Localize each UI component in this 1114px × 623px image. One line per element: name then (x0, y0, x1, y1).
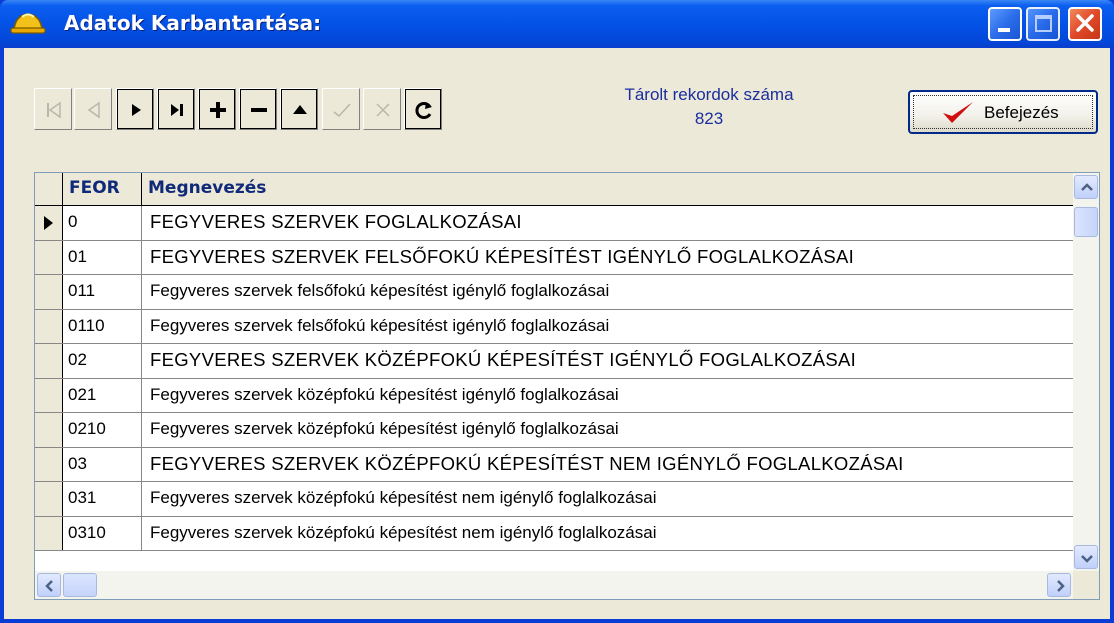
chevron-down-icon (1081, 555, 1093, 563)
last-record-button[interactable] (157, 88, 195, 130)
title-bar[interactable]: Adatok Karbantartása: (0, 0, 1114, 48)
scroll-down-button[interactable] (1074, 545, 1098, 569)
first-record-button[interactable] (34, 88, 72, 130)
cell-feor[interactable]: 03 (63, 447, 142, 481)
window-title: Adatok Karbantartása: (64, 11, 322, 35)
minus-icon (251, 108, 267, 112)
table-row[interactable]: 03 FEGYVERES SZERVEK KÖZÉPFOKÚ KÉPESÍTÉST… (35, 447, 1073, 482)
post-record-button[interactable] (322, 88, 360, 130)
last-icon (171, 104, 183, 116)
close-button[interactable] (1068, 7, 1102, 41)
record-count-label: Tárolt rekordok száma (624, 85, 794, 104)
hard-hat-icon (10, 13, 46, 34)
row-indicator[interactable] (35, 482, 63, 516)
table-row[interactable]: 02 FEGYVERES SZERVEK KÖZÉPFOKÚ KÉPESÍTÉST… (35, 344, 1073, 379)
scroll-left-button[interactable] (37, 573, 61, 597)
first-icon (47, 101, 61, 119)
cell-megnevezes[interactable]: FEGYVERES SZERVEK KÖZÉPFOKÚ KÉPESÍTÉST I… (142, 344, 1072, 378)
data-grid[interactable]: FEOR Megnevezés 0 FEGYVERES SZERVEK FOGLA… (34, 172, 1100, 600)
cell-feor[interactable]: 01 (63, 240, 142, 274)
table-row[interactable]: 0 FEGYVERES SZERVEK FOGLALKOZÁSAI (35, 206, 1073, 241)
column-header-megnevezes[interactable]: Megnevezés (142, 173, 1072, 205)
prior-icon (87, 101, 100, 119)
close-icon (1076, 14, 1094, 32)
cancel-record-button[interactable] (363, 88, 401, 130)
next-icon (132, 104, 141, 116)
cell-megnevezes[interactable]: Fegyveres szervek felsőfokú képesítést i… (142, 310, 1072, 344)
row-indicator[interactable] (35, 447, 63, 481)
minimize-icon (998, 28, 1010, 32)
cancel-icon (376, 103, 390, 117)
cell-megnevezes[interactable]: FEGYVERES SZERVEK FOGLALKOZÁSAI (142, 206, 1072, 240)
cell-feor[interactable]: 021 (63, 378, 142, 412)
table-row[interactable]: 0210 Fegyveres szervek középfokú képesíté… (35, 413, 1073, 448)
cell-megnevezes[interactable]: FEGYVERES SZERVEK KÖZÉPFOKÚ KÉPESÍTÉST N… (142, 448, 1072, 482)
row-indicator[interactable] (35, 344, 63, 378)
table-row[interactable]: 0310 Fegyveres szervek középfokú képesíté… (35, 516, 1073, 551)
maximize-icon (1035, 15, 1052, 32)
vertical-scroll-thumb[interactable] (1074, 207, 1098, 237)
grid-corner (35, 173, 63, 205)
scrollbar-corner (1073, 571, 1099, 599)
prior-record-button[interactable] (74, 88, 112, 130)
cell-feor[interactable]: 0 (63, 206, 142, 240)
table-row[interactable]: 031 Fegyveres szervek középfokú képesítés… (35, 482, 1073, 517)
refresh-record-button[interactable] (404, 88, 442, 130)
table-row[interactable]: 011 Fegyveres szervek felsőfokú képesítés… (35, 275, 1073, 310)
row-indicator[interactable] (35, 413, 63, 447)
up-triangle-icon (293, 105, 307, 114)
scroll-up-button[interactable] (1074, 175, 1098, 199)
cell-megnevezes[interactable]: Fegyveres szervek középfokú képesítést i… (142, 379, 1072, 413)
current-row-pointer-icon (44, 216, 53, 230)
cell-feor[interactable]: 0310 (63, 516, 142, 550)
minimize-button[interactable] (988, 7, 1022, 41)
table-row[interactable]: 01 FEGYVERES SZERVEK FELSŐFOKÚ KÉPESÍTÉST… (35, 240, 1073, 275)
horizontal-scroll-thumb[interactable] (63, 573, 97, 597)
maximize-button[interactable] (1026, 7, 1060, 41)
vertical-scrollbar[interactable] (1073, 173, 1099, 571)
grid-rows: 0 FEGYVERES SZERVEK FOGLALKOZÁSAI 01 FEGYVE… (35, 206, 1073, 551)
row-indicator[interactable] (35, 516, 63, 550)
scroll-right-button[interactable] (1047, 573, 1071, 597)
table-row[interactable]: 0110 Fegyveres szervek felsőfokú képesíté… (35, 309, 1073, 344)
row-indicator[interactable] (35, 309, 63, 343)
chevron-up-icon (1081, 183, 1093, 191)
next-record-button[interactable] (116, 88, 154, 130)
cell-feor[interactable]: 011 (63, 275, 142, 309)
cell-megnevezes[interactable]: Fegyveres szervek középfokú képesítést i… (142, 413, 1072, 447)
insert-record-button[interactable] (198, 88, 236, 130)
table-row[interactable]: 021 Fegyveres szervek középfokú képesítés… (35, 378, 1073, 413)
row-indicator[interactable] (35, 378, 63, 412)
finish-button[interactable]: Befejezés (908, 90, 1098, 134)
chevron-right-icon (1057, 580, 1065, 592)
row-indicator[interactable] (35, 206, 63, 240)
cell-feor[interactable]: 031 (63, 482, 142, 516)
cell-feor[interactable]: 02 (63, 344, 142, 378)
refresh-icon (415, 102, 432, 119)
finish-button-label: Befejezés (984, 103, 1059, 122)
red-checkmark-icon (943, 102, 973, 123)
cell-feor[interactable]: 0110 (63, 309, 142, 343)
horizontal-scrollbar[interactable] (35, 571, 1073, 599)
delete-record-button[interactable] (239, 88, 277, 130)
cell-megnevezes[interactable]: Fegyveres szervek felsőfokú képesítést i… (142, 275, 1072, 309)
client-area: Tárolt rekordok száma 823 Befejezés FEOR… (4, 48, 1110, 619)
record-count-value: 823 (694, 109, 724, 128)
cell-megnevezes[interactable]: FEGYVERES SZERVEK FELSŐFOKÚ KÉPESÍTÉST I… (142, 241, 1072, 275)
grid-header: FEOR Megnevezés (35, 173, 1073, 206)
chevron-left-icon (45, 580, 53, 592)
plus-icon (210, 102, 226, 118)
cell-megnevezes[interactable]: Fegyveres szervek középfokú képesítést n… (142, 482, 1072, 516)
app-window: Adatok Karbantartása: Tárolt rekordok sz… (0, 0, 1114, 623)
check-icon (333, 103, 351, 118)
row-indicator[interactable] (35, 275, 63, 309)
row-indicator[interactable] (35, 240, 63, 274)
edit-record-button[interactable] (280, 88, 318, 130)
cell-megnevezes[interactable]: Fegyveres szervek középfokú képesítést n… (142, 517, 1072, 551)
cell-feor[interactable]: 0210 (63, 413, 142, 447)
column-header-feor[interactable]: FEOR (63, 173, 142, 205)
